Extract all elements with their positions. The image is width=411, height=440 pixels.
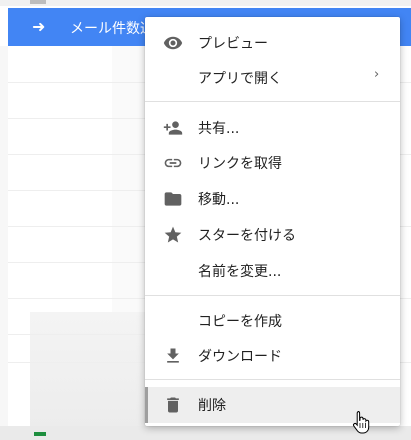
row-divider: [8, 298, 148, 299]
menu-item-label: 共有...: [198, 121, 240, 137]
menu-item-preview[interactable]: プレビュー: [145, 25, 400, 61]
list-bottom-strip: [0, 426, 411, 440]
row-divider: [8, 334, 148, 335]
menu-item-make-copy[interactable]: コピーを作成: [145, 303, 400, 339]
menu-divider: [145, 379, 400, 380]
header-checkbox[interactable]: [30, 0, 46, 4]
download-icon: [163, 346, 183, 366]
hand-pointer-icon: [352, 410, 372, 434]
menu-item-get-link[interactable]: リンクを取得: [145, 145, 400, 181]
row-divider: [8, 262, 148, 263]
person-add-icon: [163, 118, 183, 138]
row-divider: [8, 190, 148, 191]
menu-divider: [145, 295, 400, 296]
row-divider: [8, 154, 148, 155]
menu-item-label: プレビュー: [198, 36, 268, 52]
menu-item-download[interactable]: ダウンロード: [145, 338, 400, 374]
row-divider: [8, 118, 148, 119]
menu-divider: [145, 101, 400, 102]
menu-item-label: スターを付ける: [198, 228, 296, 244]
link-icon: [163, 153, 183, 173]
arrow-right-icon: ➜: [32, 17, 46, 36]
row-divider: [8, 226, 148, 227]
star-icon: [163, 225, 183, 245]
list-left-gutter: [0, 46, 8, 440]
menu-item-move[interactable]: 移動...: [145, 181, 400, 217]
menu-item-label: アプリで開く: [198, 71, 282, 87]
menu-item-label: ダウンロード: [198, 349, 282, 365]
menu-item-add-star[interactable]: スターを付ける: [145, 217, 400, 253]
list-header-strip: [0, 0, 411, 6]
file-context-menu: プレビュー アプリで開く › 共有... リンクを取得 移動... スターを付け…: [145, 17, 400, 426]
sheets-file-marker: [34, 432, 46, 436]
menu-item-label: リンクを取得: [198, 156, 282, 172]
menu-item-label: コピーを作成: [198, 314, 282, 330]
menu-item-share[interactable]: 共有...: [145, 110, 400, 146]
trash-icon: [163, 395, 183, 415]
menu-item-label: 移動...: [198, 192, 240, 208]
row-divider: [8, 82, 148, 83]
selected-file-name: メール件数通: [70, 21, 154, 37]
menu-item-label: 名前を変更...: [198, 264, 282, 280]
folder-icon: [163, 189, 183, 209]
list-row-fade: [30, 312, 146, 430]
chevron-right-icon: ›: [374, 67, 380, 82]
eye-icon: [163, 33, 183, 53]
menu-item-open-with[interactable]: アプリで開く ›: [145, 60, 400, 96]
row-divider: [8, 362, 148, 363]
menu-item-rename[interactable]: 名前を変更...: [145, 253, 400, 289]
menu-item-label: 削除: [198, 398, 226, 414]
